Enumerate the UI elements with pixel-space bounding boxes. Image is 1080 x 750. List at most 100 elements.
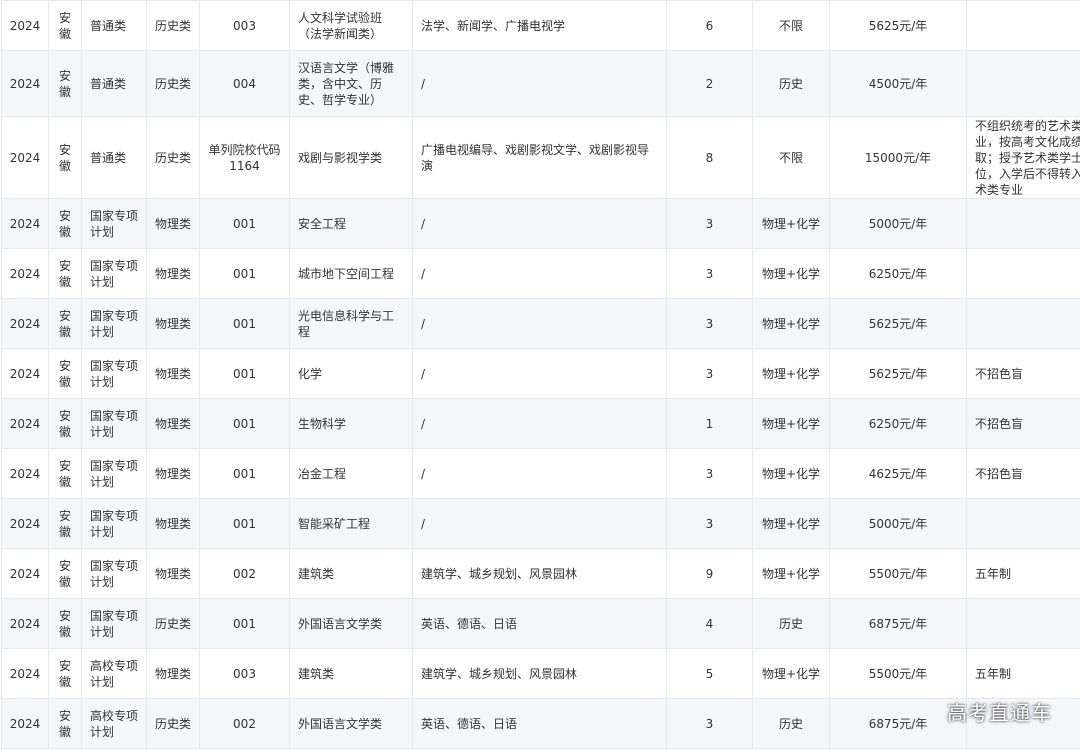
cell-major-group-code: 001 [199,448,290,499]
cell-tuition: 4625元/年 [829,448,967,499]
cell-note [966,598,1080,649]
cell-enrollment-type: 国家专项计划 [81,198,147,249]
table-row: 2024 安徽 普通类 历史类 003 人文科学试验班（法学新闻类） 法学、新闻学、广播电视… [1,0,1080,51]
cell-enrollment-type: 国家专项计划 [81,348,147,399]
cell-major-group-code: 002 [199,698,290,749]
cell-enrollment-type: 国家专项计划 [81,498,147,549]
table-row: 2024 安徽 国家专项计划 物理类 001 生物科学/1 物理+化学 6250元/年 不招色盲 [1,398,1080,449]
table-row: 2024 安徽 国家专项计划 物理类 001 城市地下空间工程/3 物理+化学 6250元/年 [1,248,1080,299]
cell-tuition: 15000元/年 [829,116,967,199]
cell-tuition: 5625元/年 [829,0,967,51]
cell-note: 不组织统考的艺术类专业，按高考文化成绩录取；授予艺术类学士学位，入学后不得转入非… [966,116,1080,199]
cell-plan-count: 3 [666,198,753,249]
cell-year: 2024 [1,698,49,749]
cell-major-group-code: 001 [199,498,290,549]
cell-major-group-code: 004 [199,50,290,117]
cell-subject-category: 物理类 [146,648,200,699]
table-row: 2024 安徽 普通类 历史类 004 汉语言文学（博雅类，含中文、历史、哲学专业）/2 历… [1,50,1080,117]
cell-major-group-code: 001 [199,398,290,449]
cell-major-group-code: 001 [199,198,290,249]
cell-plan-count: 6 [666,0,753,51]
cell-included-majors: / [412,248,667,299]
cell-plan-count: 3 [666,698,753,749]
cell-plan-count: 8 [666,116,753,199]
cell-subject-category: 历史类 [146,598,200,649]
cell-enrollment-type: 高校专项计划 [81,698,147,749]
cell-year: 2024 [1,298,49,349]
cell-included-majors: 建筑学、城乡规划、风景园林 [412,548,667,599]
cell-major-group-code: 单列院校代码1164 [199,116,290,199]
cell-province: 安徽 [48,448,82,499]
cell-subject-requirement: 物理+化学 [752,548,830,599]
cell-enrollment-type: 高校专项计划 [81,648,147,699]
cell-subject-requirement: 物理+化学 [752,498,830,549]
cell-province: 安徽 [48,116,82,199]
cell-subject-requirement: 历史 [752,50,830,117]
cell-major-name: 外国语言文学类 [289,598,413,649]
cell-year: 2024 [1,0,49,51]
cell-subject-category: 物理类 [146,398,200,449]
cell-included-majors: / [412,498,667,549]
cell-tuition: 5625元/年 [829,298,967,349]
cell-province: 安徽 [48,50,82,117]
cell-tuition: 5625元/年 [829,348,967,399]
cell-year: 2024 [1,398,49,449]
cell-tuition: 5000元/年 [829,498,967,549]
table-row: 2024 安徽 国家专项计划 物理类 001 化学/3 物理+化学 5625元/年 不招色盲 [1,348,1080,399]
cell-tuition: 5500元/年 [829,548,967,599]
cell-tuition: 4500元/年 [829,50,967,117]
cell-province: 安徽 [48,598,82,649]
watermark-text: 高考直通车 [947,701,1052,725]
cell-note [966,248,1080,299]
table-row: 2024 安徽 国家专项计划 物理类 001 安全工程/3 物理+化学 5000元/年 [1,198,1080,249]
cell-province: 安徽 [48,248,82,299]
cell-subject-category: 物理类 [146,548,200,599]
cell-plan-count: 3 [666,348,753,399]
cell-province: 安徽 [48,298,82,349]
cell-subject-requirement: 物理+化学 [752,248,830,299]
table-row: 2024 安徽 普通类 历史类 单列院校代码1164 戏剧与影视学类 广播电视编导、戏剧影视… [1,116,1080,199]
cell-subject-category: 物理类 [146,198,200,249]
cell-subject-requirement: 历史 [752,698,830,749]
cell-subject-requirement: 物理+化学 [752,348,830,399]
cell-enrollment-type: 普通类 [81,50,147,117]
cell-major-name: 汉语言文学（博雅类，含中文、历史、哲学专业） [289,50,413,117]
cell-province: 安徽 [48,198,82,249]
cell-subject-requirement: 物理+化学 [752,398,830,449]
cell-major-name: 智能采矿工程 [289,498,413,549]
cell-province: 安徽 [48,398,82,449]
cell-province: 安徽 [48,0,82,51]
cell-included-majors: / [412,448,667,499]
cell-included-majors: 法学、新闻学、广播电视学 [412,0,667,51]
cell-note [966,0,1080,51]
cell-year: 2024 [1,548,49,599]
cell-year: 2024 [1,248,49,299]
cell-subject-category: 物理类 [146,348,200,399]
cell-subject-requirement: 不限 [752,0,830,51]
cell-note [966,198,1080,249]
cell-plan-count: 2 [666,50,753,117]
cell-included-majors: 英语、德语、日语 [412,698,667,749]
cell-enrollment-type: 普通类 [81,0,147,51]
cell-major-name: 安全工程 [289,198,413,249]
cell-plan-count: 3 [666,298,753,349]
cell-included-majors: 建筑学、城乡规划、风景园林 [412,648,667,699]
cell-enrollment-type: 国家专项计划 [81,548,147,599]
table-row: 2024 安徽 国家专项计划 历史类 001 外国语言文学类 英语、德语、日语 4 历史 6875… [1,598,1080,649]
cell-included-majors: / [412,50,667,117]
cell-major-name: 冶金工程 [289,448,413,499]
cell-tuition: 6875元/年 [829,698,967,749]
cell-note: 五年制 [966,648,1080,699]
cell-subject-category: 历史类 [146,116,200,199]
cell-included-majors: / [412,398,667,449]
cell-included-majors: / [412,298,667,349]
cell-enrollment-type: 国家专项计划 [81,298,147,349]
cell-note: 不招色盲 [966,448,1080,499]
cell-plan-count: 4 [666,598,753,649]
cell-plan-count: 3 [666,248,753,299]
cell-subject-requirement: 历史 [752,598,830,649]
cell-major-group-code: 001 [199,598,290,649]
table-body: 2024 安徽 普通类 历史类 003 人文科学试验班（法学新闻类） 法学、新闻学、广播电视… [1,0,1080,749]
cell-subject-category: 历史类 [146,0,200,51]
cell-enrollment-type: 国家专项计划 [81,398,147,449]
